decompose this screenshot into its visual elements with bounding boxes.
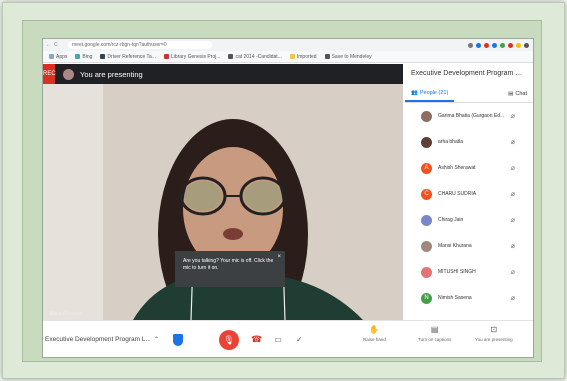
laptop-screen: ← C meet.google.com/rcz-rbgn-tqn?authuser… xyxy=(42,38,534,358)
mic-toggle-button[interactable]: 🎙 xyxy=(219,329,240,350)
participant-avatar: A xyxy=(421,162,432,174)
extension-icon[interactable] xyxy=(500,42,505,48)
participant-name: MITUSHI SINGH xyxy=(438,269,476,275)
bookmarks-bar: Apps Bing Driver Reference Ta... Library… xyxy=(43,51,533,63)
camera-button[interactable]: ▭ xyxy=(274,335,282,344)
participant-name: Ashish Sherawat xyxy=(438,165,476,171)
participant-row[interactable]: A Ashish Sherawat ⌀ xyxy=(405,155,533,181)
bookmark-apps[interactable]: Apps xyxy=(49,54,67,60)
extension-icon[interactable] xyxy=(476,42,481,48)
raise-hand-button[interactable]: ✋ Raise hand xyxy=(363,325,386,342)
presenting-button[interactable]: ⊡ You are presenting xyxy=(475,325,513,342)
back-icon[interactable]: ← xyxy=(46,42,51,48)
participant-row[interactable]: Garima Bhatia (Gurgaon Ed... ⌀ xyxy=(405,103,533,129)
tab-people[interactable]: 👥 People (21) xyxy=(405,86,455,102)
participant-avatar xyxy=(421,214,432,226)
mic-muted-icon[interactable]: ⌀ xyxy=(511,268,515,276)
participant-avatar xyxy=(421,136,432,148)
extension-icon[interactable] xyxy=(508,42,513,48)
chat-icon: ▤ xyxy=(508,91,514,97)
reload-icon[interactable]: C xyxy=(54,42,58,48)
participant-avatar xyxy=(421,240,432,252)
meet-controls-bar: Executive Development Program L... ⌃ 🎙 ☎… xyxy=(43,320,533,357)
participant-row[interactable]: Chirag Jain ⌀ xyxy=(405,207,533,233)
bookmark-bing[interactable]: Bing xyxy=(75,54,92,60)
mic-muted-icon[interactable]: ⌀ xyxy=(511,242,515,250)
folder-icon xyxy=(289,54,295,59)
apps-icon xyxy=(49,54,54,59)
tab-chat[interactable]: ▤ Chat xyxy=(502,86,533,102)
participant-name: Nimish Saxena xyxy=(438,295,472,301)
participant-avatar xyxy=(421,266,432,278)
people-panel: Executive Development Program ... 👥 Peopl… xyxy=(405,64,533,320)
mic-muted-icon[interactable]: ⌀ xyxy=(511,216,515,224)
speaker-name: Manu Khurana xyxy=(49,311,82,317)
people-icon: 👥 xyxy=(411,90,418,96)
browser-nav[interactable]: ← C xyxy=(43,42,64,48)
close-icon[interactable]: × xyxy=(277,254,281,261)
address-bar[interactable]: meet.google.com/rcz-rbgn-tqn?authuser=0 xyxy=(68,41,212,49)
participant-avatar: N xyxy=(421,292,432,304)
presenting-bar: REC You are presenting xyxy=(43,64,403,84)
bookmark-icon xyxy=(163,54,169,59)
participant-row[interactable]: N Nimish Saxena ⌀ xyxy=(405,285,533,311)
participant-row[interactable]: C CHARU SUDRIA ⌀ xyxy=(405,181,533,207)
participant-row[interactable]: MITUSHI SINGH ⌀ xyxy=(405,259,533,285)
mic-muted-icon[interactable]: ⌀ xyxy=(511,190,515,198)
browser-address-row: ← C meet.google.com/rcz-rbgn-tqn?authuser… xyxy=(43,39,533,51)
extension-icon[interactable] xyxy=(484,42,489,48)
participant-name: Chirag Jain xyxy=(438,217,464,223)
bookmark-imported[interactable]: Imported xyxy=(289,54,317,60)
globe-icon xyxy=(228,54,234,59)
check-icon[interactable]: ✓ xyxy=(296,335,303,344)
participant-name: Mansi Khurana xyxy=(438,243,472,249)
hang-up-button[interactable]: ☎ xyxy=(251,334,262,345)
participant-row[interactable]: arha bhatla ⌀ xyxy=(405,129,533,155)
recording-badge: REC xyxy=(43,64,56,84)
bookmark-icon xyxy=(100,54,106,59)
mic-muted-icon[interactable]: ⌀ xyxy=(511,112,515,120)
presenter-avatar xyxy=(63,68,74,80)
bookmark-library[interactable]: Library Genesis Proj... xyxy=(163,54,220,60)
mic-muted-icon[interactable]: ⌀ xyxy=(511,294,515,302)
bookmark-cat[interactable]: cat 2014 -Candidat... xyxy=(228,54,282,60)
bing-icon xyxy=(75,54,81,59)
bookmark-mendeley[interactable]: Save to Mendeley xyxy=(324,54,372,60)
meeting-title[interactable]: Executive Development Program L... xyxy=(43,336,150,343)
chevron-up-icon[interactable]: ⌃ xyxy=(154,336,159,343)
participant-avatar: C xyxy=(421,188,432,200)
mic-off-tooltip: Are you talking? Your mic is off. Click … xyxy=(175,251,285,287)
participant-name: arha bhatla xyxy=(438,139,464,145)
mic-off-icon: 🎙 xyxy=(223,334,235,345)
meet-window: REC You are presenting Manu Khurana Are … xyxy=(43,64,533,357)
extension-icons xyxy=(468,42,533,48)
bookmark-driver[interactable]: Driver Reference Ta... xyxy=(100,54,156,60)
star-icon[interactable] xyxy=(468,42,473,48)
globe-icon xyxy=(324,54,330,59)
mic-muted-icon[interactable]: ⌀ xyxy=(511,164,515,172)
panel-title: Executive Development Program ... xyxy=(411,70,522,77)
extension-icon[interactable] xyxy=(516,42,521,48)
captions-button[interactable]: ▤ Turn on captions xyxy=(418,325,451,342)
captions-icon: ▤ xyxy=(430,325,439,334)
panel-tabs: 👥 People (21) ▤ Chat xyxy=(405,86,533,103)
extension-icon[interactable] xyxy=(524,42,529,48)
shield-icon[interactable] xyxy=(173,333,184,346)
participant-row[interactable]: Mansi Khurana ⌀ xyxy=(405,233,533,259)
mic-muted-icon[interactable]: ⌀ xyxy=(511,138,515,146)
hand-icon: ✋ xyxy=(369,325,380,334)
present-screen-icon: ⊡ xyxy=(490,325,498,334)
extension-icon[interactable] xyxy=(492,42,497,48)
participant-list: Garima Bhatia (Gurgaon Ed... ⌀ arha bhatla… xyxy=(405,103,533,311)
presenting-text: You are presenting xyxy=(80,69,143,79)
participant-name: CHARU SUDRIA xyxy=(438,191,477,197)
participant-avatar xyxy=(421,110,432,122)
participant-name: Garima Bhatia (Gurgaon Ed... xyxy=(438,113,505,119)
